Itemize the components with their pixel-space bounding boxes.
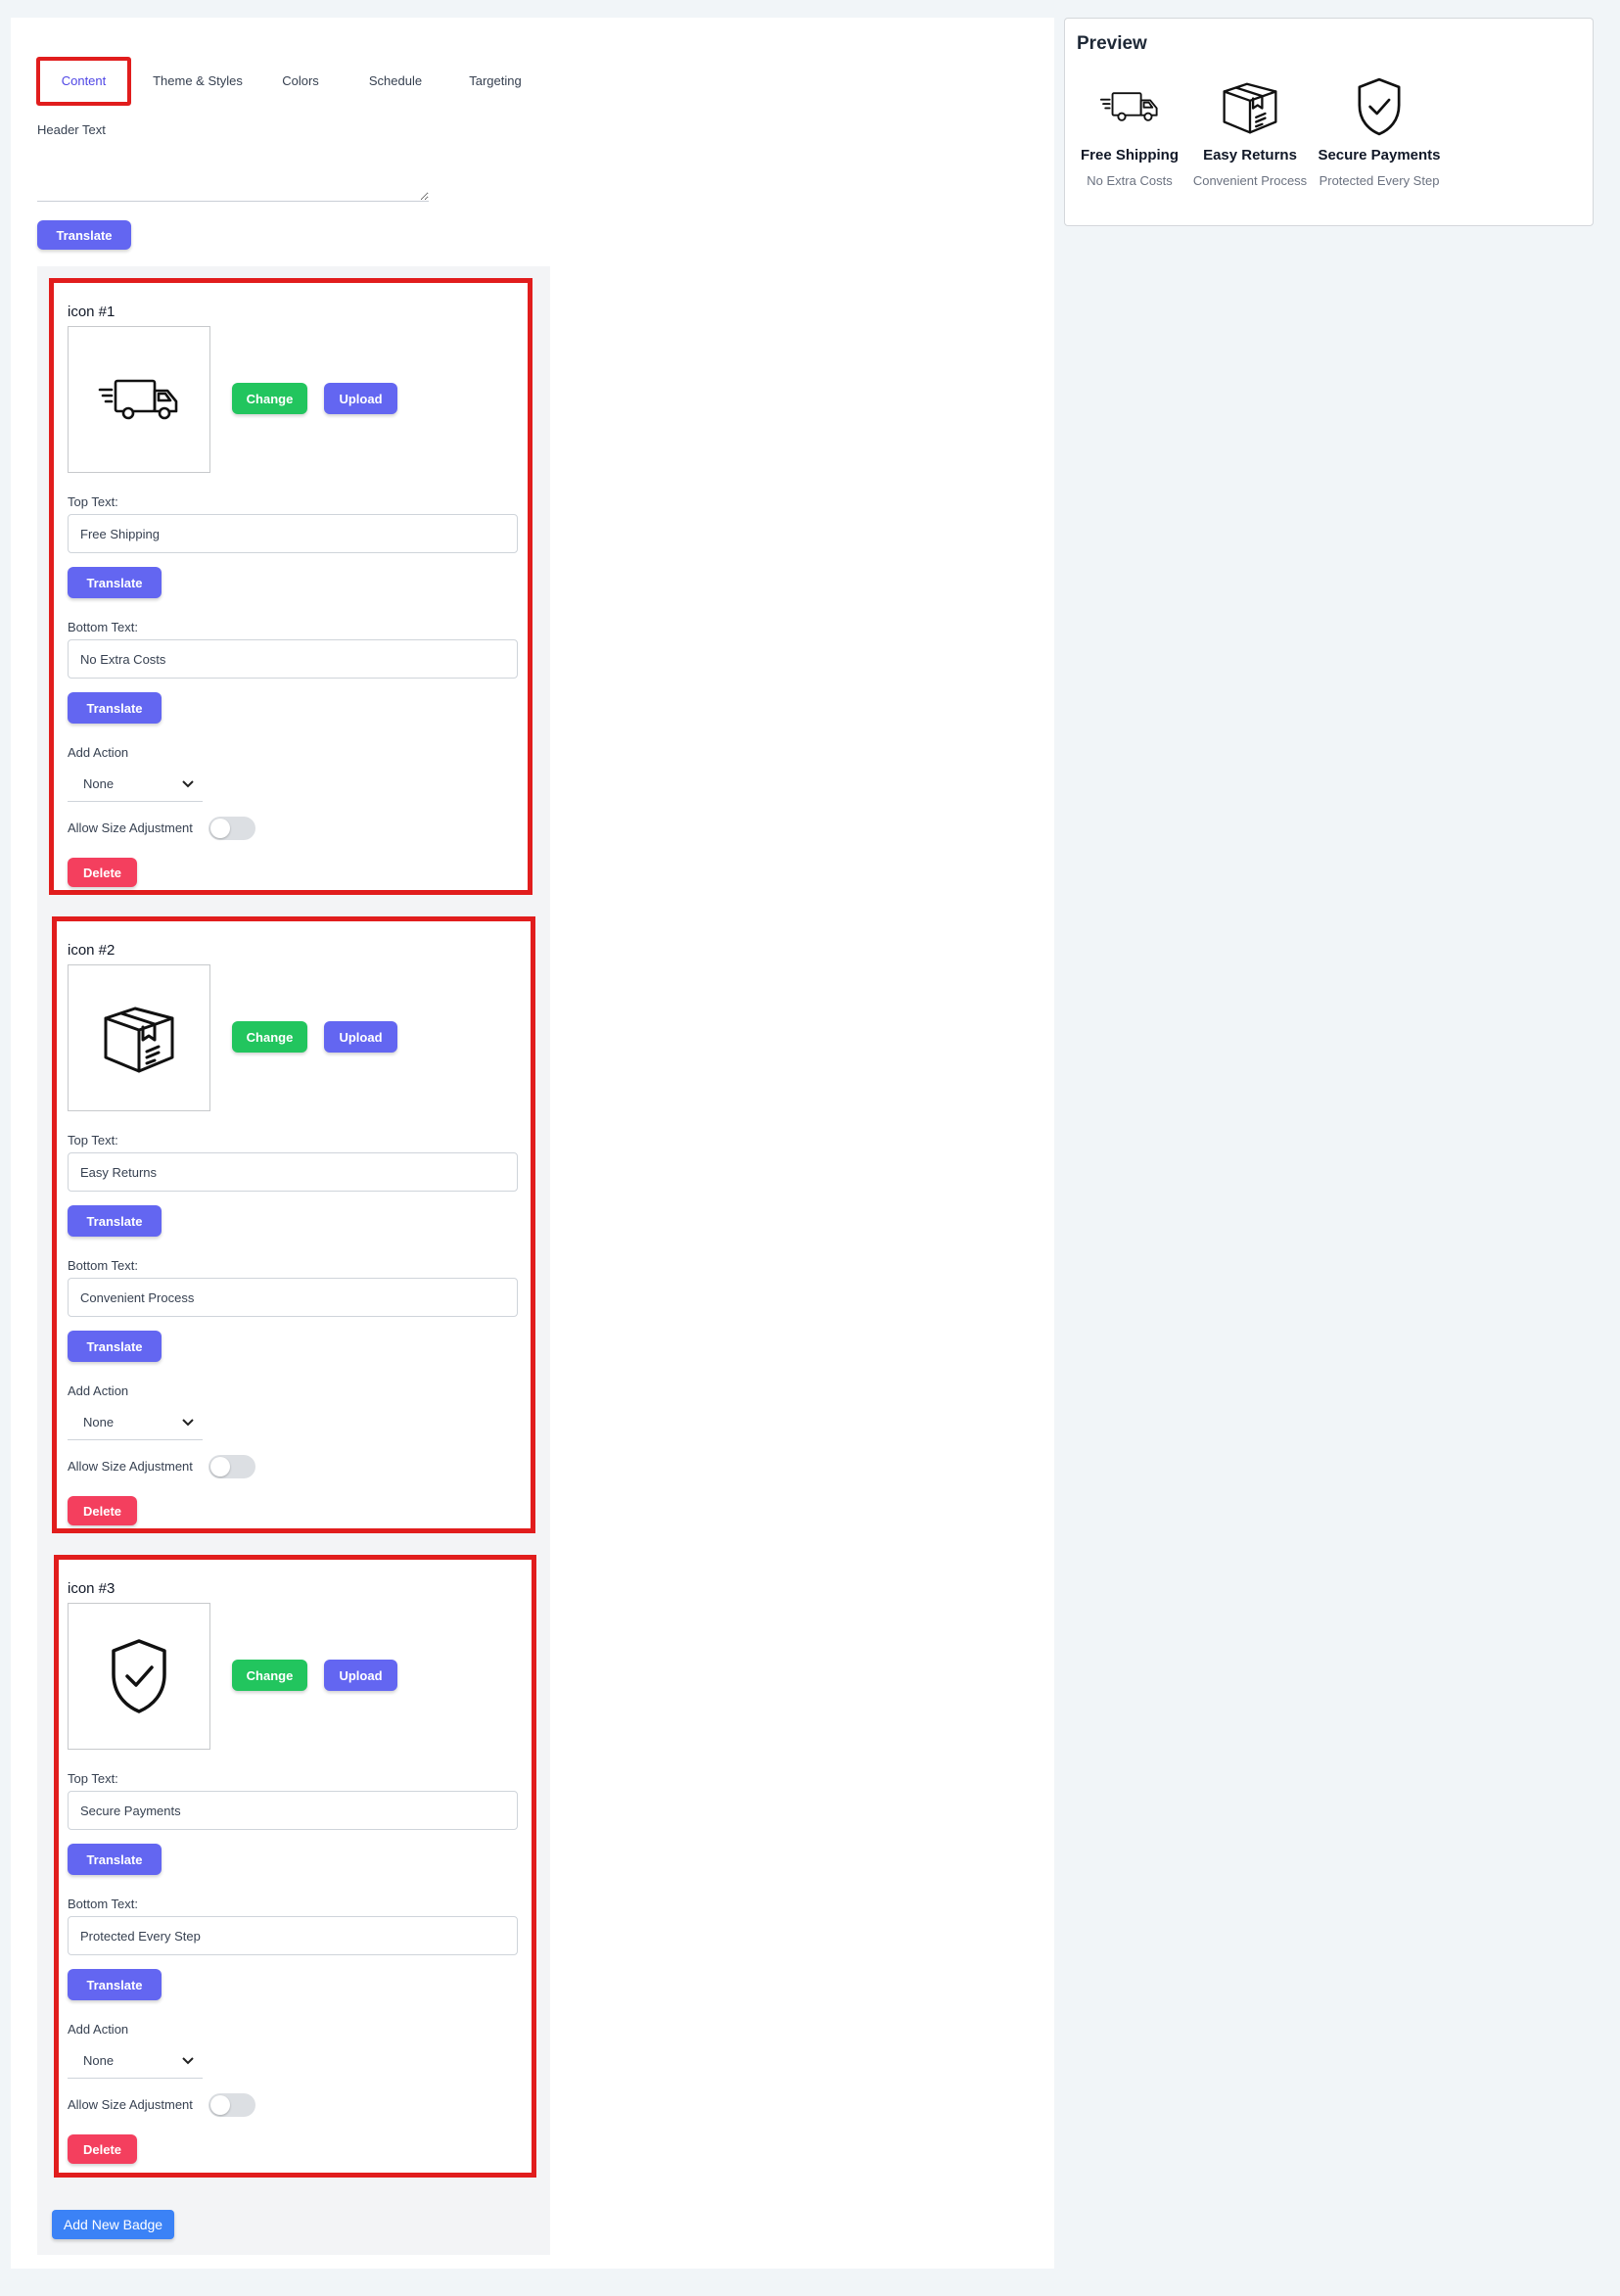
toggle-knob	[210, 819, 230, 838]
tab-colors[interactable]: Colors	[271, 57, 330, 106]
badge-icon-preview[interactable]	[68, 964, 210, 1111]
tab-content[interactable]: Content	[36, 57, 131, 106]
size-adjustment-toggle[interactable]	[208, 817, 255, 840]
bottom-text-label: Bottom Text:	[68, 620, 139, 634]
action-select-value: None	[83, 776, 115, 791]
preview-badge-2: Easy Returns Convenient Process	[1186, 72, 1314, 188]
upload-icon-button[interactable]: Upload	[324, 1660, 397, 1691]
chevron-down-icon	[182, 1419, 194, 1427]
box-icon	[104, 1007, 174, 1073]
tab-schedule[interactable]: Schedule	[356, 57, 435, 106]
header-translate-button[interactable]: Translate	[37, 220, 131, 250]
badges-list: icon #1 Change Upload Top Text: Translat…	[37, 266, 550, 2255]
preview-bottom-text: Convenient Process	[1192, 173, 1308, 188]
size-adjustment-label: Allow Size Adjustment	[68, 820, 193, 835]
delete-badge-button[interactable]: Delete	[68, 858, 137, 887]
delete-badge-button[interactable]: Delete	[68, 1496, 137, 1525]
add-new-badge-button[interactable]: Add New Badge	[52, 2210, 174, 2239]
top-text-label: Top Text:	[68, 1133, 118, 1148]
size-adjustment-label: Allow Size Adjustment	[68, 1459, 193, 1474]
toggle-knob	[210, 2095, 230, 2115]
add-action-label: Add Action	[68, 2022, 129, 2037]
badge-icon-preview[interactable]	[68, 326, 210, 473]
bottom-text-translate-button[interactable]: Translate	[68, 692, 162, 724]
toggle-knob	[210, 1457, 230, 1476]
chevron-down-icon	[182, 2057, 194, 2065]
upload-icon-button[interactable]: Upload	[324, 383, 397, 414]
bottom-text-input[interactable]	[68, 639, 518, 679]
bottom-text-input[interactable]	[68, 1278, 518, 1317]
header-text-input[interactable]	[37, 143, 429, 202]
badge-card-1: icon #1 Change Upload Top Text: Translat…	[49, 278, 532, 895]
shield-check-icon	[1358, 77, 1401, 136]
top-text-label: Top Text:	[68, 1771, 118, 1786]
header-text-label: Header Text	[37, 122, 106, 137]
top-text-label: Top Text:	[68, 494, 118, 509]
preview-bottom-text: No Extra Costs	[1087, 173, 1173, 188]
delete-badge-button[interactable]: Delete	[68, 2134, 137, 2164]
preview-top-text: Free Shipping	[1080, 147, 1179, 164]
add-action-label: Add Action	[68, 1383, 129, 1398]
add-action-label: Add Action	[68, 745, 129, 760]
chevron-down-icon	[182, 780, 194, 788]
preview-panel: Preview Free Shipping No Extra Costs Eas…	[1064, 18, 1594, 226]
preview-badge-3: Secure Payments Protected Every Step	[1316, 72, 1443, 188]
bottom-text-label: Bottom Text:	[68, 1258, 139, 1273]
badge-title: icon #3	[68, 1580, 116, 1597]
badge-title: icon #1	[68, 304, 116, 320]
upload-icon-button[interactable]: Upload	[324, 1021, 397, 1053]
top-text-input[interactable]	[68, 514, 518, 553]
size-adjustment-toggle[interactable]	[208, 1455, 255, 1478]
action-select-value: None	[83, 1415, 115, 1429]
change-icon-button[interactable]: Change	[232, 1021, 307, 1053]
top-text-translate-button[interactable]: Translate	[68, 1844, 162, 1875]
tab-targeting[interactable]: Targeting	[456, 57, 534, 106]
truck-icon	[98, 379, 178, 420]
top-text-input[interactable]	[68, 1152, 518, 1192]
bottom-text-translate-button[interactable]: Translate	[68, 1331, 162, 1362]
action-select-value: None	[83, 2053, 115, 2068]
badge-card-2: icon #2 Change Upload Top Text: Translat…	[52, 916, 535, 1533]
change-icon-button[interactable]: Change	[232, 1660, 307, 1691]
preview-top-text: Easy Returns	[1203, 147, 1297, 164]
content-panel: Content Theme & Styles Colors Schedule T…	[11, 18, 1054, 2269]
preview-bottom-text: Protected Every Step	[1319, 173, 1440, 188]
truck-icon	[1099, 92, 1158, 121]
box-icon	[1223, 82, 1277, 134]
bottom-text-label: Bottom Text:	[68, 1897, 139, 1911]
top-text-translate-button[interactable]: Translate	[68, 567, 162, 598]
change-icon-button[interactable]: Change	[232, 383, 307, 414]
action-select[interactable]: None	[68, 2043, 203, 2079]
shield-check-icon	[112, 1639, 166, 1713]
size-adjustment-label: Allow Size Adjustment	[68, 2097, 193, 2112]
top-text-input[interactable]	[68, 1791, 518, 1830]
badge-card-3: icon #3 Change Upload Top Text: Translat…	[54, 1555, 536, 2178]
bottom-text-input[interactable]	[68, 1916, 518, 1955]
tab-theme-styles[interactable]: Theme & Styles	[144, 57, 252, 106]
bottom-text-translate-button[interactable]: Translate	[68, 1969, 162, 2000]
badge-icon-preview[interactable]	[68, 1603, 210, 1750]
preview-top-text: Secure Payments	[1318, 147, 1441, 164]
preview-badge-1: Free Shipping No Extra Costs	[1079, 72, 1180, 188]
size-adjustment-toggle[interactable]	[208, 2093, 255, 2117]
badge-title: icon #2	[68, 942, 116, 959]
action-select[interactable]: None	[68, 1405, 203, 1440]
preview-title: Preview	[1077, 33, 1147, 54]
top-text-translate-button[interactable]: Translate	[68, 1205, 162, 1237]
action-select[interactable]: None	[68, 767, 203, 802]
